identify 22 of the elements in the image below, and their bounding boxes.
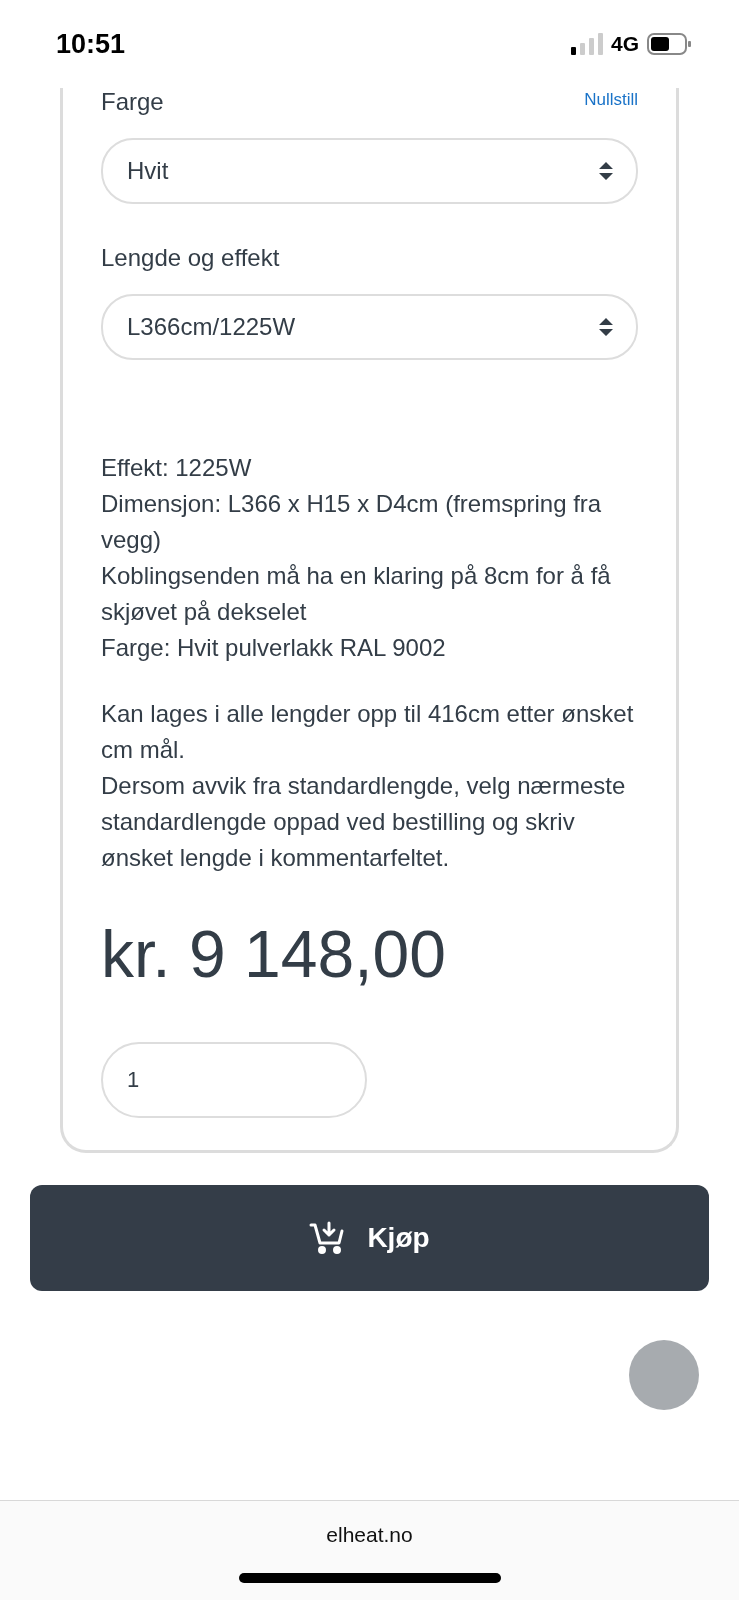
buy-button[interactable]: Kjøp bbox=[30, 1185, 709, 1291]
description-text: Kan lages i alle lengder opp til 416cm etter ønsket cm mål. bbox=[101, 699, 635, 765]
description-text: Koblingsenden må ha en klaring på 8cm for å få skjøvet på dekselet bbox=[101, 561, 612, 627]
description-text: Dersom avvik fra standardlengde, velg nærmeste standardlengde oppad ved bestilling og skriv ønsket lengde i kommentarfeltet. bbox=[101, 771, 627, 873]
battery-icon bbox=[647, 33, 691, 55]
field-label: Lengde og effekt bbox=[101, 244, 280, 272]
reset-link[interactable]: Nullstill bbox=[584, 90, 638, 110]
description-text: Farge: Hvit pulverlakk RAL 9002 bbox=[101, 633, 447, 663]
cart-icon bbox=[309, 1221, 346, 1255]
updown-icon bbox=[598, 316, 614, 338]
signal-icon bbox=[571, 33, 603, 55]
quantity-field[interactable]: 1 bbox=[101, 1042, 367, 1118]
status-time: 10:51 bbox=[56, 28, 126, 60]
description-text: Dimensjon: L366 x H15 x D4cm (fremspring fra vegg) bbox=[101, 489, 603, 555]
updown-icon bbox=[598, 160, 614, 182]
url-text[interactable]: elheat.no bbox=[326, 1523, 413, 1547]
field-label: Farge bbox=[101, 88, 164, 116]
price: kr. 9 148,00 bbox=[101, 916, 447, 992]
description-text: Effekt: 1225W bbox=[101, 453, 253, 483]
network-label: 4G bbox=[611, 32, 639, 56]
select-field[interactable]: Hvit bbox=[101, 138, 638, 204]
select-field[interactable]: L366cm/1225W bbox=[101, 294, 638, 360]
